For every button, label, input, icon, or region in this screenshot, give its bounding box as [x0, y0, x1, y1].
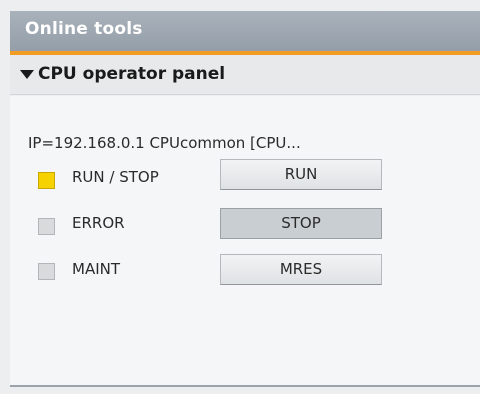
section-header-cpu-operator-panel[interactable]: CPU operator panel — [10, 55, 480, 95]
stop-button[interactable]: STOP — [220, 208, 382, 239]
maint-led-indicator — [38, 263, 55, 280]
run-button[interactable]: RUN — [220, 159, 382, 190]
mres-button[interactable]: MRES — [220, 254, 382, 285]
bottom-border — [10, 385, 480, 387]
online-tools-panel: Online tools CPU operator panel IP=192.1… — [0, 0, 480, 394]
error-led-indicator — [38, 218, 55, 235]
run-stop-label: RUN / STOP — [72, 168, 159, 186]
panel-title: Online tools — [25, 19, 143, 39]
error-label: ERROR — [72, 214, 125, 232]
run-stop-led-indicator — [38, 172, 55, 189]
collapse-triangle-icon[interactable] — [20, 70, 34, 79]
device-info-text: IP=192.168.0.1 CPUcommon [CPU... — [28, 134, 301, 152]
maint-label: MAINT — [72, 260, 121, 278]
title-bar: Online tools — [10, 11, 480, 51]
section-title: CPU operator panel — [38, 64, 226, 84]
